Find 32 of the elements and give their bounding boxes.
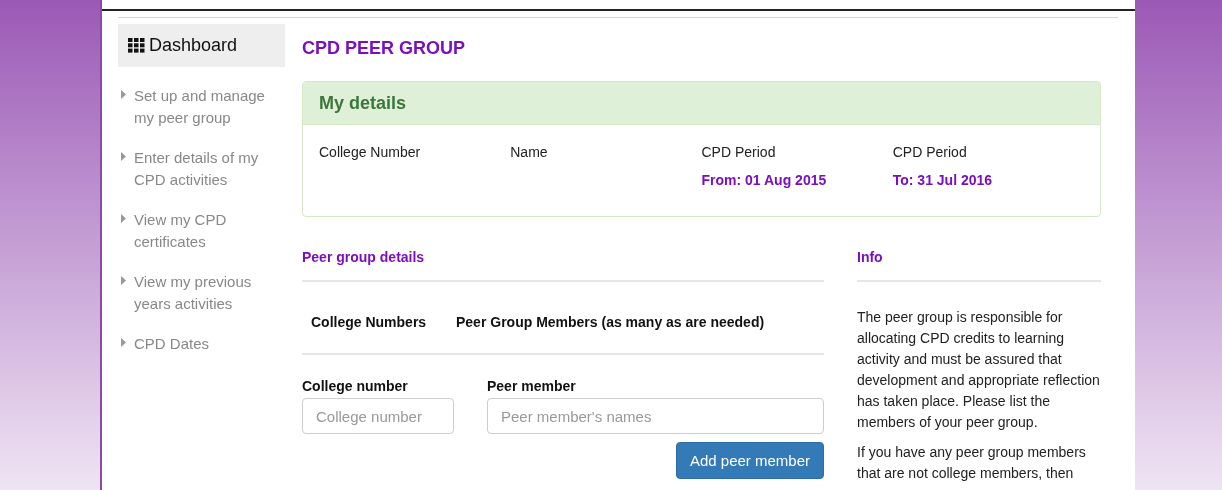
sidebar-link[interactable]: Enter details of my CPD activities [134,147,274,191]
panel-title: My details [319,92,407,114]
dashboard-header[interactable]: Dashboard [118,24,285,67]
info-paragraph: The peer group is responsible for allocating CPD credits to learning activity and must be assured that development and appropriate reflection has taken place. Please list the members of your peer group. [857,308,1101,432]
caret-icon [121,276,126,285]
field-value: To: 31 Jul 2016 [892,172,994,188]
field-label: CPD Period [892,144,968,160]
caret-icon [121,214,126,223]
field-label: Peer member [487,378,577,394]
caret-icon [121,338,126,347]
column-header: College Numbers [311,314,428,330]
section-title: Peer group details [302,249,426,267]
section-title: Info [857,249,884,267]
field-label: College number [302,378,409,394]
field-value: From: 01 Aug 2015 [701,172,828,188]
info-paragraph: If you have any peer group members that are not college members, then [857,443,1087,483]
dashboard-title: Dashboard [149,35,238,56]
caret-icon [121,152,126,161]
sidebar-link[interactable]: Set up and manage my peer group [134,85,274,129]
field-label: Name [510,144,549,160]
add-peer-member-button[interactable]: Add peer member [675,442,824,479]
grid-icon [128,38,145,53]
peer-member-field[interactable]: Peer member's names [487,398,824,434]
caret-icon [121,90,126,99]
column-header: Peer Group Members (as many as are needed) [456,314,765,330]
page-title: CPD PEER GROUP [302,38,467,59]
college-number-field[interactable]: College number [302,398,454,434]
field-label: CPD Period [701,144,777,160]
field-label: College Number [319,144,422,160]
sidebar-link[interactable]: View my CPD certificates [134,209,274,253]
sidebar-link[interactable]: CPD Dates [134,333,274,355]
sidebar-link[interactable]: View my previous years activities [134,271,274,315]
